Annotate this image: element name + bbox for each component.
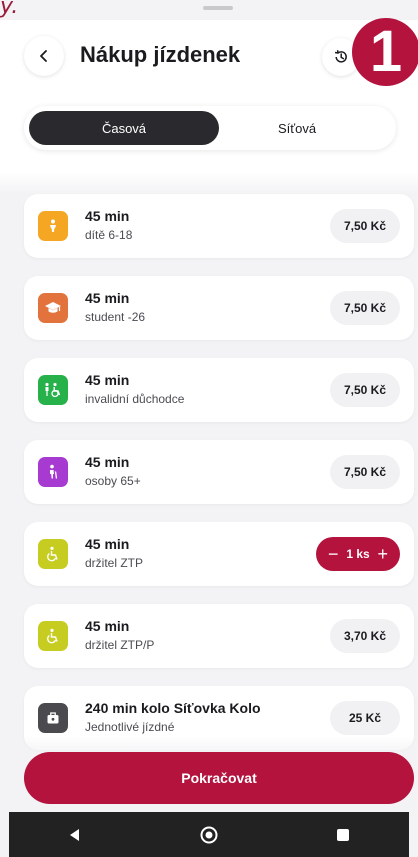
- corner-text-fragment: y.: [0, 0, 19, 19]
- ticket-subtitle: držitel ZTP: [85, 556, 144, 570]
- ticket-card-senior[interactable]: 45 min osoby 65+ 7,50 Kč: [24, 440, 414, 504]
- price-button[interactable]: 3,70 Kč: [329, 619, 400, 653]
- price-button[interactable]: 7,50 Kč: [329, 209, 400, 243]
- drag-handle[interactable]: [203, 6, 233, 10]
- step-number-badge: 1: [352, 18, 418, 86]
- price-button[interactable]: 7,50 Kč: [329, 373, 400, 407]
- recents-square-icon[interactable]: [335, 827, 351, 843]
- ticket-card-ztp-p[interactable]: 45 min držitel ZTP/P 3,70 Kč: [24, 604, 414, 668]
- ticket-card-disabled-pensioner[interactable]: 45 min invalidní důchodce 7,50 Kč: [24, 358, 414, 422]
- back-triangle-icon[interactable]: [67, 827, 83, 843]
- tab-sitova[interactable]: Síťová: [202, 111, 392, 145]
- ticket-title: 45 min: [85, 290, 130, 306]
- decrement-button[interactable]: −: [328, 544, 339, 565]
- quantity-value: 1 ks: [346, 547, 370, 561]
- disabled-pensioner-icon: [38, 375, 68, 405]
- wheelchair-icon: [38, 621, 68, 651]
- page-title: Nákup jízdenek: [80, 42, 241, 67]
- wheelchair-icon: [38, 539, 68, 569]
- ticket-subtitle: držitel ZTP/P: [85, 638, 155, 652]
- ticket-subtitle: student -26: [85, 310, 146, 324]
- price-button[interactable]: 7,50 Kč: [329, 291, 400, 325]
- ticket-title: 45 min: [85, 454, 130, 470]
- tab-casova[interactable]: Časová: [29, 111, 219, 145]
- chevron-left-icon: [40, 50, 47, 62]
- luggage-icon: [38, 703, 68, 733]
- system-navigation-bar: [9, 812, 409, 857]
- ticket-type-switch: Časová Síťová: [24, 106, 396, 150]
- home-circle-icon[interactable]: [199, 825, 219, 845]
- header-shadow: [0, 172, 418, 194]
- senior-icon: [38, 457, 68, 487]
- ticket-subtitle: osoby 65+: [85, 474, 141, 488]
- ticket-subtitle: dítě 6-18: [85, 228, 133, 242]
- price-button[interactable]: 7,50 Kč: [329, 455, 400, 489]
- continue-button[interactable]: Pokračovat: [24, 752, 414, 804]
- quantity-stepper: − 1 ks +: [316, 537, 400, 571]
- ticket-title: 45 min: [85, 372, 130, 388]
- ticket-title: 45 min: [85, 536, 130, 552]
- ticket-subtitle: Jednotlivé jízdné: [85, 720, 175, 734]
- ticket-title: 45 min: [85, 208, 130, 224]
- history-icon: [334, 50, 347, 63]
- back-button[interactable]: [24, 36, 64, 76]
- ticket-subtitle: invalidní důchodce: [85, 392, 185, 406]
- child-icon: [38, 211, 68, 241]
- ticket-card-ztp[interactable]: 45 min držitel ZTP − 1 ks +: [24, 522, 414, 586]
- increment-button[interactable]: +: [377, 544, 388, 565]
- graduation-cap-icon: [38, 293, 68, 323]
- price-button[interactable]: 25 Kč: [330, 701, 400, 735]
- ticket-card-child[interactable]: 45 min dítě 6-18 7,50 Kč: [24, 194, 414, 258]
- ticket-title: 240 min kolo Síťovka Kolo: [85, 700, 261, 716]
- ticket-title: 45 min: [85, 618, 130, 634]
- ticket-card-student[interactable]: 45 min student -26 7,50 Kč: [24, 276, 414, 340]
